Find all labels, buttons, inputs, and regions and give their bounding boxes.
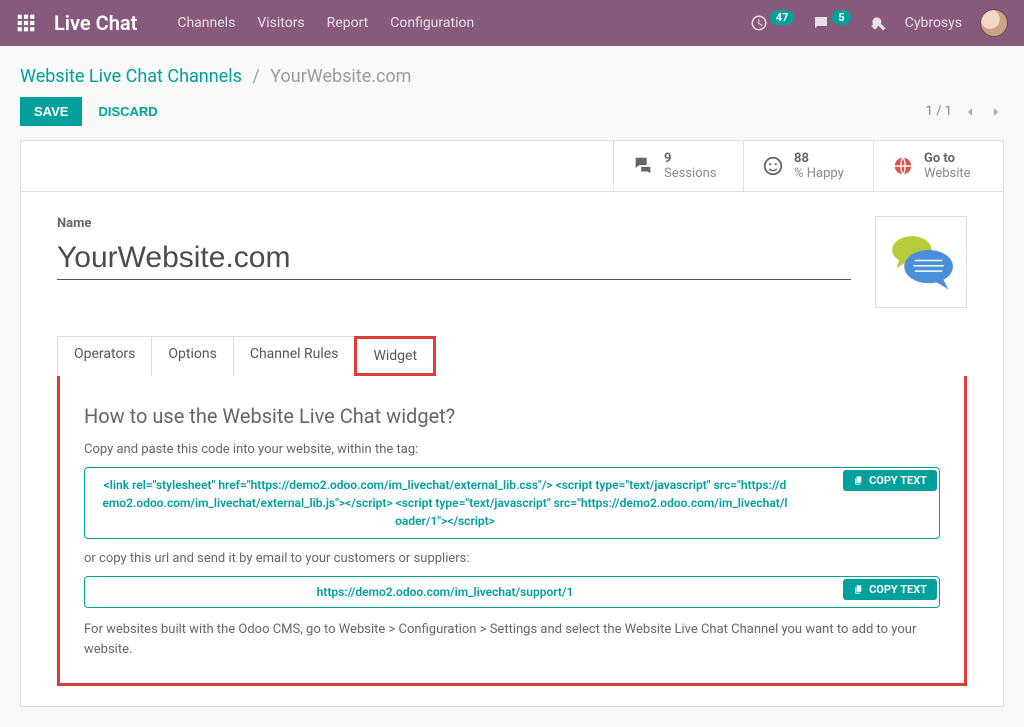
tab-options[interactable]: Options [151, 336, 233, 376]
code-box-url: https://demo2.odoo.com/im_livechat/suppo… [84, 576, 940, 608]
save-button[interactable]: SAVE [20, 97, 82, 126]
breadcrumb-sep: / [252, 66, 259, 87]
brand-title: Live Chat [54, 11, 137, 35]
discard-button[interactable]: DISCARD [98, 104, 157, 119]
code-url: https://demo2.odoo.com/im_livechat/suppo… [101, 583, 789, 601]
chat-bubbles-icon [883, 224, 959, 300]
timer-badge: 47 [770, 10, 795, 25]
code-box-script: <link rel="stylesheet" href="https://dem… [84, 467, 940, 539]
nav-configuration[interactable]: Configuration [390, 15, 474, 31]
chat-icon [812, 14, 830, 32]
copy-script-button[interactable]: COPY TEXT [843, 470, 937, 491]
breadcrumb-root[interactable]: Website Live Chat Channels [20, 66, 242, 87]
pager-prev-icon[interactable] [962, 104, 978, 120]
stat-goto-website[interactable]: Go toWebsite [873, 141, 1003, 191]
name-input[interactable] [57, 237, 851, 280]
top-right: 47 5 Cybrosys [750, 9, 1008, 37]
stat-bar: 9Sessions 88% Happy Go toWebsite [21, 141, 1003, 192]
name-label: Name [57, 216, 851, 231]
code-script: <link rel="stylesheet" href="https://dem… [101, 476, 789, 530]
user-name[interactable]: Cybrosys [905, 15, 962, 31]
channel-image[interactable] [875, 216, 967, 308]
nav-channels[interactable]: Channels [177, 15, 235, 31]
widget-help-1: Copy and paste this code into your websi… [84, 442, 940, 457]
sessions-count: 9 [664, 151, 717, 166]
widget-help-2: or copy this url and send it by email to… [84, 551, 940, 566]
copy-icon [853, 475, 864, 486]
pager: 1 / 1 [926, 104, 1004, 120]
top-nav: Channels Visitors Report Configuration [177, 15, 474, 31]
widget-panel: How to use the Website Live Chat widget?… [57, 376, 967, 686]
widget-title: How to use the Website Live Chat widget? [84, 404, 940, 428]
tools-icon[interactable] [869, 14, 887, 32]
breadcrumb: Website Live Chat Channels / YourWebsite… [20, 66, 1004, 87]
tabs: Operators Options Channel Rules Widget [57, 336, 967, 376]
tab-operators[interactable]: Operators [57, 336, 152, 376]
chat-badge: 5 [832, 10, 850, 25]
stat-happy[interactable]: 88% Happy [743, 141, 873, 191]
tab-widget[interactable]: Widget [354, 336, 436, 376]
comments-icon [632, 155, 654, 177]
pager-next-icon[interactable] [988, 104, 1004, 120]
widget-help-3: For websites built with the Odoo CMS, go… [84, 620, 940, 659]
copy-label: COPY TEXT [869, 474, 927, 487]
breadcrumb-current: YourWebsite.com [270, 66, 411, 87]
avatar[interactable] [980, 9, 1008, 37]
nav-report[interactable]: Report [327, 15, 369, 31]
happy-count: 88 [794, 151, 844, 166]
clock-icon [750, 14, 768, 32]
timer-indicator[interactable]: 47 [750, 14, 795, 32]
stat-sessions[interactable]: 9Sessions [613, 141, 743, 191]
globe-icon [892, 155, 914, 177]
copy-label: COPY TEXT [869, 583, 927, 596]
form-sheet: 9Sessions 88% Happy Go toWebsite Name [20, 140, 1004, 707]
apps-icon[interactable] [16, 13, 36, 33]
tab-channel-rules[interactable]: Channel Rules [233, 336, 356, 376]
messages-indicator[interactable]: 5 [812, 14, 850, 32]
actions-row: SAVE DISCARD 1 / 1 [20, 97, 1004, 126]
goto-line1: Go to [924, 151, 971, 166]
pager-count: 1 / 1 [926, 104, 952, 119]
topbar: Live Chat Channels Visitors Report Confi… [0, 0, 1024, 46]
sessions-label: Sessions [664, 166, 717, 181]
form-body: Name Operators Opt [21, 192, 1003, 706]
goto-line2: Website [924, 166, 971, 181]
nav-visitors[interactable]: Visitors [257, 15, 304, 31]
smile-icon [762, 155, 784, 177]
page-body: Website Live Chat Channels / YourWebsite… [0, 46, 1024, 727]
copy-url-button[interactable]: COPY TEXT [843, 579, 937, 600]
copy-icon [853, 584, 864, 595]
happy-label: % Happy [794, 166, 844, 181]
